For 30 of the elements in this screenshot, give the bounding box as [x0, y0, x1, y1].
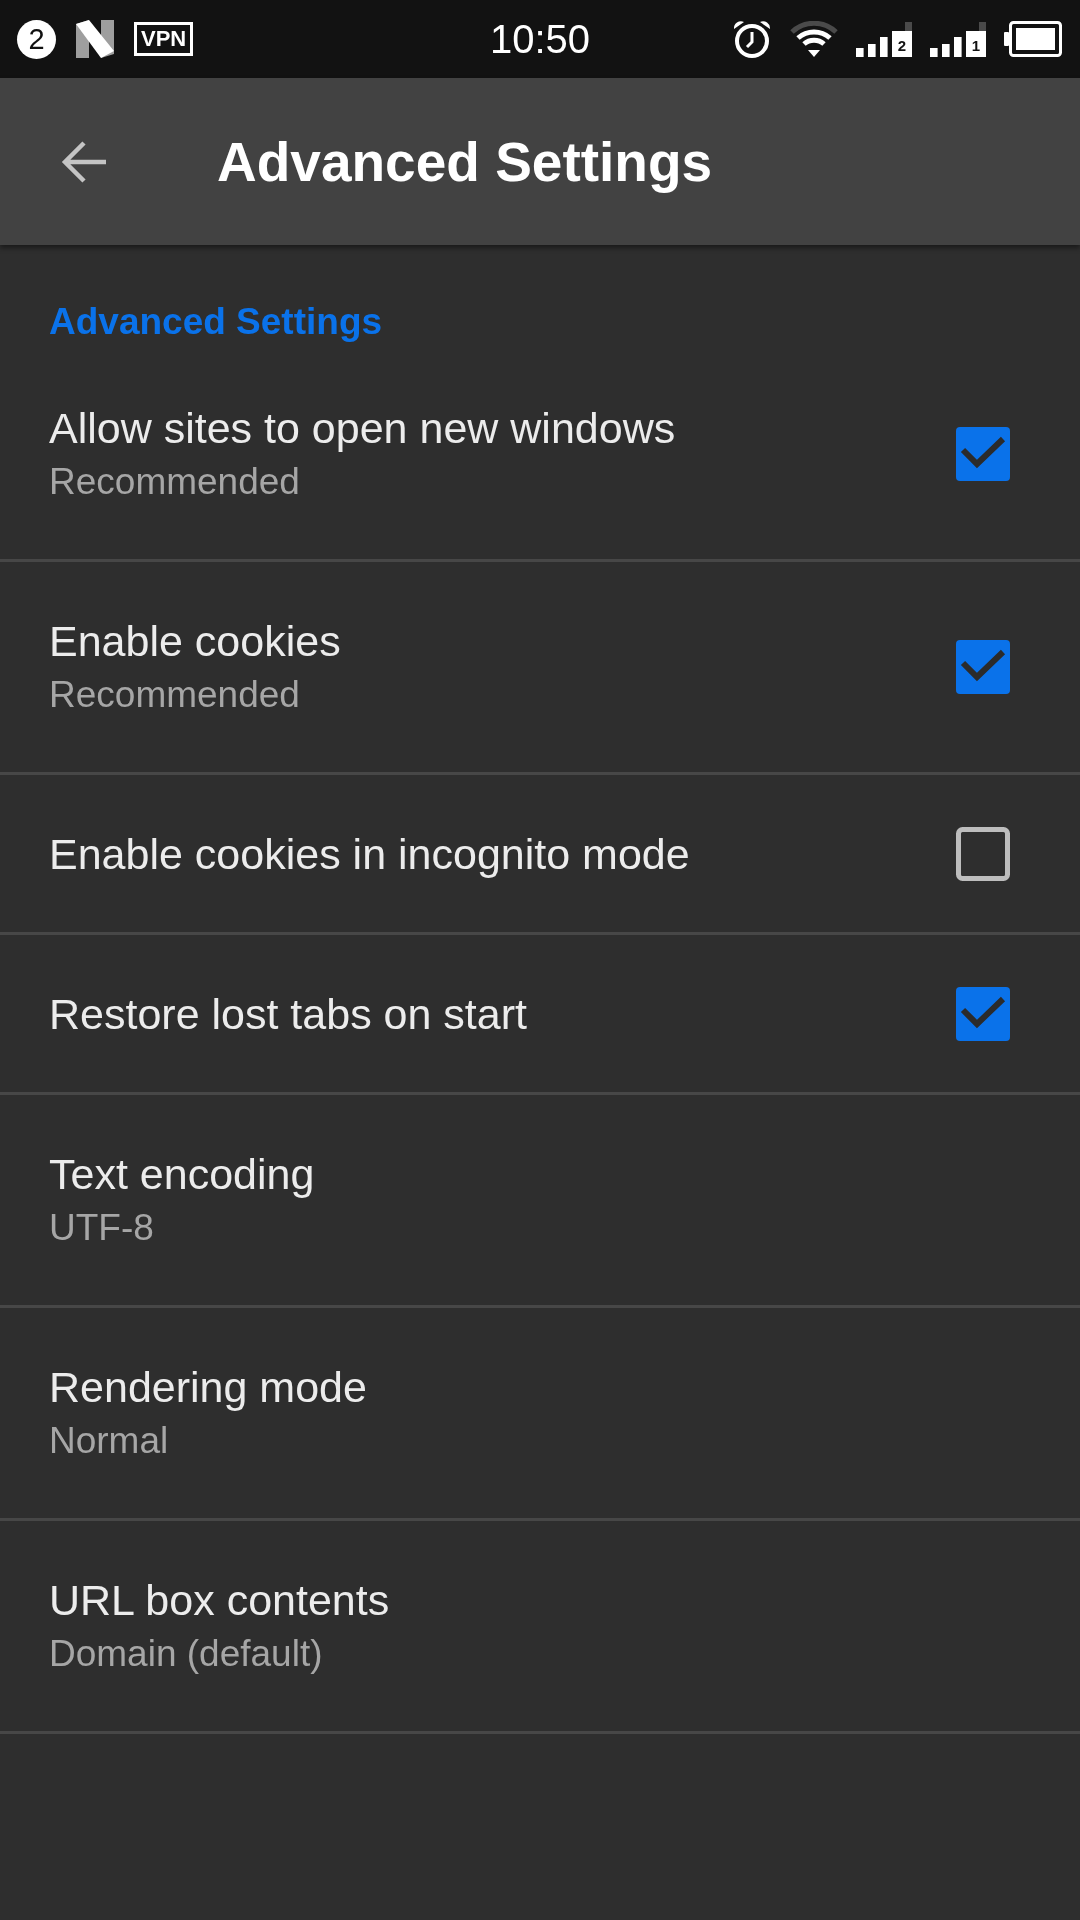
checkbox[interactable]	[956, 427, 1010, 481]
setting-summary: Recommended	[49, 673, 300, 717]
vpn-indicator: VPN	[134, 22, 194, 56]
wifi-icon	[790, 21, 838, 57]
logo-icon	[76, 20, 114, 58]
setting-title[interactable]: Allow sites to open new windows	[49, 403, 676, 453]
notification-count: 2	[17, 19, 56, 59]
checkbox[interactable]	[956, 826, 1010, 881]
setting-title[interactable]: Enable cookies	[49, 616, 341, 666]
checkbox[interactable]	[956, 986, 1010, 1041]
setting-title[interactable]: Restore lost tabs on start	[49, 988, 527, 1039]
screen-title: Advanced Settings	[217, 129, 713, 194]
section-header: Advanced Settings	[49, 300, 383, 344]
setting-title[interactable]: Rendering mode	[49, 1362, 367, 1412]
clock-time: 10:50	[489, 16, 591, 62]
sim-slot-number: 2	[892, 22, 912, 57]
setting-summary: UTF-8	[49, 1206, 154, 1250]
back-arrow-icon[interactable]	[60, 139, 108, 184]
setting-title[interactable]: URL box contents	[49, 1575, 390, 1625]
setting-summary: Normal	[49, 1419, 169, 1463]
signal-bars-icon	[856, 37, 888, 57]
setting-title[interactable]: Text encoding	[49, 1149, 315, 1199]
alarm-clock-icon	[732, 19, 772, 59]
setting-summary: Recommended	[49, 460, 300, 504]
setting-summary: Domain (default)	[49, 1632, 323, 1676]
signal-bars-icon	[930, 37, 962, 57]
battery-icon	[1004, 21, 1062, 57]
checkbox[interactable]	[956, 640, 1010, 694]
setting-title[interactable]: Enable cookies in incognito mode	[49, 828, 690, 879]
sim-slot-number: 1	[966, 22, 986, 57]
